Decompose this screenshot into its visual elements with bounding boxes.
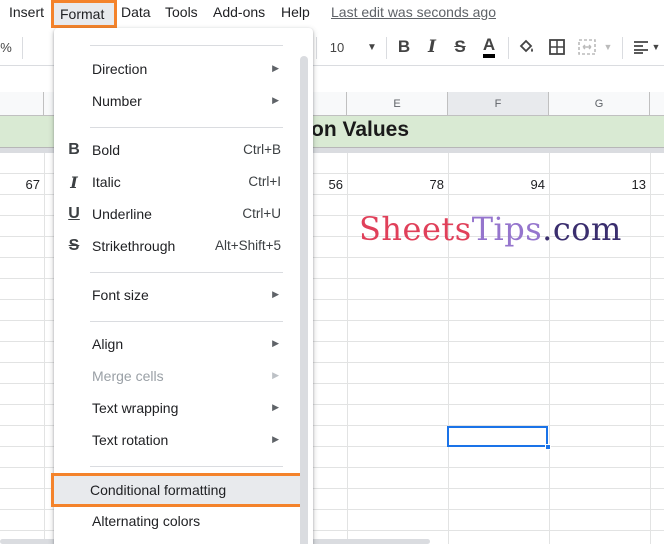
column-header-e[interactable]: E [347, 92, 448, 116]
underline-icon: U [68, 205, 80, 222]
menu-item-label: Bold [92, 142, 121, 158]
last-edit-link[interactable]: Last edit was seconds ago [331, 2, 496, 22]
fill-color-icon[interactable] [516, 28, 538, 66]
menu-item-text-wrapping[interactable]: Text wrapping ▶ [54, 393, 298, 425]
menu-item-shortcut: Ctrl+B [243, 142, 281, 157]
toolbar-separator [508, 37, 509, 59]
menu-item-label: Text rotation [92, 432, 169, 448]
toolbar-separator [316, 37, 317, 59]
selected-cell[interactable] [447, 426, 548, 447]
grid-line [347, 153, 348, 544]
menu-item-italic[interactable]: I Italic Ctrl+I [54, 167, 298, 199]
grid-line [650, 153, 651, 544]
toolbar-separator [386, 37, 387, 59]
align-left-icon[interactable] [632, 28, 650, 66]
italic-icon[interactable]: I [422, 28, 442, 66]
format-menu: Direction ▶ Number ▶ B Bold Ctrl+B I Ita… [51, 28, 313, 544]
column-header[interactable] [650, 92, 664, 116]
menu-data[interactable]: Data [121, 2, 151, 22]
menu-separator [90, 466, 283, 467]
menu-item-shortcut: Ctrl+U [242, 206, 281, 221]
sheet-title: on Values [311, 118, 410, 141]
toolbar-separator [622, 37, 623, 59]
font-size-field[interactable]: 10 [326, 28, 348, 66]
italic-icon: I [70, 173, 78, 192]
cell-value[interactable]: 94 [500, 177, 545, 192]
menu-item-label: Align [92, 336, 124, 352]
menu-insert[interactable]: Insert [9, 2, 44, 22]
menu-separator [90, 45, 283, 46]
menu-separator [90, 321, 283, 322]
fill-handle[interactable] [545, 444, 551, 450]
menu-item-label: Alternating colors [92, 513, 201, 529]
menu-item-label: Font size [92, 287, 149, 303]
menu-item-label: Direction [92, 61, 148, 77]
menu-bar: Insert Format Data Tools Add-ons Help La… [0, 0, 664, 28]
submenu-arrow-icon: ▶ [272, 338, 279, 348]
cell-value[interactable]: 78 [400, 177, 444, 192]
text-color-icon[interactable]: A [478, 28, 500, 66]
bold-icon: B [68, 141, 80, 158]
menu-item-label: Conditional formatting [90, 482, 227, 498]
menu-item-bold[interactable]: B Bold Ctrl+B [54, 135, 298, 167]
grid-line [44, 153, 45, 544]
menu-item-strikethrough[interactable]: S Strikethrough Alt+Shift+5 [54, 231, 298, 263]
watermark-part: Sheets [359, 210, 472, 248]
menu-separator [90, 127, 283, 128]
strikethrough-icon[interactable]: S [450, 28, 470, 66]
font-size-dropdown-icon[interactable]: ▼ [365, 28, 379, 66]
menu-item-font-size[interactable]: Font size ▶ [54, 280, 298, 312]
column-header[interactable] [0, 92, 44, 116]
watermark-part: .com [542, 210, 622, 248]
menu-item-text-rotation[interactable]: Text rotation ▶ [54, 425, 298, 457]
cell-value[interactable]: 13 [600, 177, 646, 192]
align-dropdown-icon[interactable]: ▼ [650, 28, 662, 66]
column-header-f[interactable]: F [448, 92, 549, 116]
bold-icon[interactable]: B [394, 28, 414, 66]
menu-format[interactable]: Format [51, 0, 117, 28]
menu-item-label: Italic [92, 174, 121, 190]
merge-dropdown-icon[interactable]: ▼ [602, 28, 614, 66]
menu-addons[interactable]: Add-ons [213, 2, 265, 22]
menu-item-shortcut: Alt+Shift+5 [214, 238, 281, 253]
menu-separator [90, 272, 283, 273]
menu-item-label: Strikethrough [92, 238, 176, 254]
menu-item-label: Underline [92, 206, 152, 222]
submenu-arrow-icon: ▶ [272, 63, 279, 73]
menu-item-label: Merge cells [92, 368, 164, 384]
cell-value[interactable]: 67 [0, 177, 40, 192]
submenu-arrow-icon: ▶ [272, 402, 279, 412]
menu-item-align[interactable]: Align ▶ [54, 329, 298, 361]
submenu-arrow-icon: ▶ [272, 95, 279, 105]
percent-format-button[interactable]: % [0, 28, 12, 66]
menu-item-label: Number [92, 93, 142, 109]
strikethrough-icon: S [68, 237, 80, 254]
menu-item-shortcut: Ctrl+I [248, 174, 281, 189]
menu-item-number[interactable]: Number ▶ [54, 86, 298, 118]
menu-tools[interactable]: Tools [165, 2, 198, 22]
menu-item-conditional-formatting[interactable]: Conditional formatting [51, 473, 303, 507]
menu-help[interactable]: Help [281, 2, 310, 22]
menu-item-underline[interactable]: U Underline Ctrl+U [54, 199, 298, 231]
submenu-arrow-icon: ▶ [272, 434, 279, 444]
menu-item-label: Text wrapping [92, 400, 179, 416]
submenu-arrow-icon: ▶ [272, 289, 279, 299]
column-header-g[interactable]: G [549, 92, 650, 116]
menu-item-alternating-colors[interactable]: Alternating colors [54, 506, 298, 538]
watermark-part: Tips [471, 210, 543, 248]
submenu-arrow-icon: ▶ [272, 370, 279, 380]
merge-cells-icon[interactable] [576, 28, 598, 66]
sheetstips-watermark-logo: SheetsTips.com [359, 210, 622, 248]
menu-scrollbar[interactable] [300, 56, 308, 544]
menu-item-direction[interactable]: Direction ▶ [54, 54, 298, 86]
menu-item-merge-cells[interactable]: Merge cells ▶ [54, 361, 298, 393]
borders-icon[interactable] [546, 28, 568, 66]
toolbar-separator [22, 37, 23, 59]
